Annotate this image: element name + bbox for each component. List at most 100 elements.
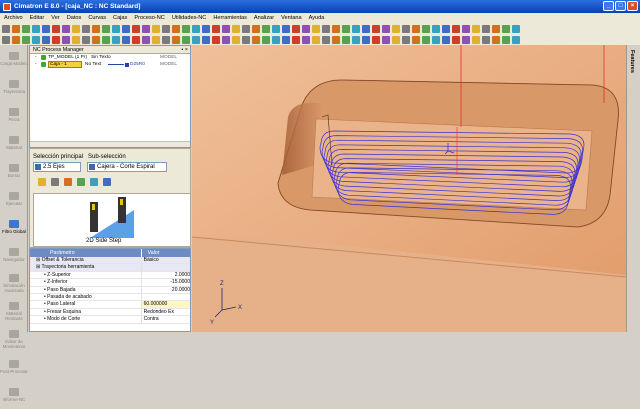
menu-ventana[interactable]: Ventana: [281, 15, 302, 21]
toolbar-view-tool-icon[interactable]: [232, 35, 240, 44]
selection-tool-icon[interactable]: [51, 178, 59, 186]
toolbar-main-tool-icon[interactable]: [12, 24, 20, 33]
selection-tool-icon[interactable]: [103, 178, 111, 186]
toolbar-view-tool-icon[interactable]: [132, 35, 140, 44]
toolbar-view-tool-icon[interactable]: [422, 35, 430, 44]
toolbar-main-tool-icon[interactable]: [342, 24, 350, 33]
toolbar-main-tool-icon[interactable]: [112, 24, 120, 33]
toolbar-main-tool-icon[interactable]: [32, 24, 40, 33]
parameter-row[interactable]: • Paso Bajada 20.0000: [30, 286, 190, 294]
toolbar-view-tool-icon[interactable]: [72, 35, 80, 44]
toolbar-main-tool-icon[interactable]: [2, 24, 10, 33]
toolbar-main-tool-icon[interactable]: [152, 24, 160, 33]
toolbar-view-tool-icon[interactable]: [352, 35, 360, 44]
toolbar-view-tool-icon[interactable]: [402, 35, 410, 44]
toolbar-main-tool-icon[interactable]: [462, 24, 470, 33]
toolbar-view-tool-icon[interactable]: [442, 35, 450, 44]
toolbar-view-tool-icon[interactable]: [302, 35, 310, 44]
toolbar-view-tool-icon[interactable]: [112, 35, 120, 44]
parameter-row[interactable]: • Modo de Corte Contra: [30, 316, 190, 324]
toolbar-view-tool-icon[interactable]: [502, 35, 510, 44]
toolbar-main-tool-icon[interactable]: [82, 24, 90, 33]
toolbar-main-tool-icon[interactable]: [482, 24, 490, 33]
menu-ver[interactable]: Ver: [51, 15, 59, 21]
toolbar-main-tool-icon[interactable]: [242, 24, 250, 33]
parameter-row[interactable]: • Fresar Esquina Redondeo Ex: [30, 308, 190, 317]
parameter-value[interactable]: Básico: [140, 257, 190, 264]
toolbar-view-tool-icon[interactable]: [102, 35, 110, 44]
toolbar-view-tool-icon[interactable]: [202, 35, 210, 44]
nc-report-tool[interactable]: Informe-NC: [0, 381, 28, 409]
toolbar-main-tool-icon[interactable]: [42, 24, 50, 33]
menu-datos[interactable]: Datos: [67, 15, 82, 21]
parameter-row[interactable]: • Z-Superior 2.0000: [30, 271, 190, 280]
parameter-value[interactable]: Redondeo Ex: [140, 308, 190, 316]
toolbar-view-tool-icon[interactable]: [512, 35, 520, 44]
selection-tool-icon[interactable]: [38, 178, 46, 186]
toolbar-main-tool-icon[interactable]: [492, 24, 500, 33]
toolbar-main-tool-icon[interactable]: [52, 24, 60, 33]
toolbar-main-tool-icon[interactable]: [352, 24, 360, 33]
toolbar-view-tool-icon[interactable]: [452, 35, 460, 44]
tree-row-model[interactable]: - TP_MODEL (1 Pr) Sin Texto MODEL: [30, 54, 190, 61]
post-process-tool[interactable]: Post-Procesar: [0, 353, 28, 381]
toolbar-view-tool-icon[interactable]: [492, 35, 500, 44]
material-tool[interactable]: Material: [0, 129, 28, 157]
close-icon[interactable]: ▪ ×: [182, 46, 188, 54]
toolbar-main-tool-icon[interactable]: [232, 24, 240, 33]
toolbar-view-tool-icon[interactable]: [2, 35, 10, 44]
toolbar-main-tool-icon[interactable]: [272, 24, 280, 33]
toolbar-main-tool-icon[interactable]: [172, 24, 180, 33]
toolbar-view-tool-icon[interactable]: [472, 35, 480, 44]
toolbar-main-tool-icon[interactable]: [432, 24, 440, 33]
horizontal-scrollbar[interactable]: [30, 141, 190, 147]
toolbar-view-tool-icon[interactable]: [82, 35, 90, 44]
toolbar-view-tool-icon[interactable]: [182, 35, 190, 44]
toolbar-main-tool-icon[interactable]: [212, 24, 220, 33]
toolbar-view-tool-icon[interactable]: [332, 35, 340, 44]
toolbar-view-tool-icon[interactable]: [292, 35, 300, 44]
toolbar-main-tool-icon[interactable]: [222, 24, 230, 33]
toolbar-view-tool-icon[interactable]: [52, 35, 60, 44]
menu-archivo[interactable]: Archivo: [4, 15, 23, 21]
toolbar-view-tool-icon[interactable]: [162, 35, 170, 44]
features-side-tab[interactable]: Features: [626, 45, 640, 332]
toolbar-view-tool-icon[interactable]: [282, 35, 290, 44]
toolbar-view-tool-icon[interactable]: [62, 35, 70, 44]
toolpath-tool[interactable]: Trayectoria: [0, 73, 28, 101]
menu-herramientas[interactable]: Herramientas: [213, 15, 247, 21]
toolbar-view-tool-icon[interactable]: [382, 35, 390, 44]
toolbar-view-tool-icon[interactable]: [242, 35, 250, 44]
toolbar-view-tool-icon[interactable]: [42, 35, 50, 44]
menu-analizar[interactable]: Analizar: [254, 15, 274, 21]
toolbar-main-tool-icon[interactable]: [362, 24, 370, 33]
toolbar-view-tool-icon[interactable]: [432, 35, 440, 44]
stock-tool[interactable]: Pieza: [0, 101, 28, 129]
toolbar-view-tool-icon[interactable]: [222, 35, 230, 44]
toolbar-view-tool-icon[interactable]: [172, 35, 180, 44]
toolbar-main-tool-icon[interactable]: [72, 24, 80, 33]
toolbar-main-tool-icon[interactable]: [102, 24, 110, 33]
toolbar-main-tool-icon[interactable]: [142, 24, 150, 33]
toolbar-main-tool-icon[interactable]: [322, 24, 330, 33]
selection-tool-icon[interactable]: [77, 178, 85, 186]
toolbar-main-tool-icon[interactable]: [382, 24, 390, 33]
toolbar-main-tool-icon[interactable]: [292, 24, 300, 33]
parameter-row[interactable]: • Paso Lateral 60.000000: [30, 301, 190, 309]
parameter-section[interactable]: ⊞ Offset & Tolerancia Básico: [30, 257, 190, 265]
toolbar-main-tool-icon[interactable]: [312, 24, 320, 33]
load-model-tool[interactable]: Carga Modelo: [0, 45, 28, 73]
toolbar-view-tool-icon[interactable]: [262, 35, 270, 44]
menu-editar[interactable]: Editar: [30, 15, 45, 21]
remaining-stock-tool[interactable]: Material Restante: [0, 297, 28, 325]
toolbar-main-tool-icon[interactable]: [372, 24, 380, 33]
toolbar-main-tool-icon[interactable]: [92, 24, 100, 33]
toolbar-main-tool-icon[interactable]: [282, 24, 290, 33]
toolbar-main-tool-icon[interactable]: [502, 24, 510, 33]
tree-row-pocket[interactable]: - Caja - 1 No Text D25R0 MODEL: [30, 61, 190, 68]
toolbar-view-tool-icon[interactable]: [12, 35, 20, 44]
motion-editor-tool[interactable]: Editor de Movimiento: [0, 325, 28, 353]
parameter-row[interactable]: • Pasada de acabado: [30, 293, 190, 302]
menu-ayuda[interactable]: Ayuda: [309, 15, 325, 21]
toolbar-view-tool-icon[interactable]: [272, 35, 280, 44]
